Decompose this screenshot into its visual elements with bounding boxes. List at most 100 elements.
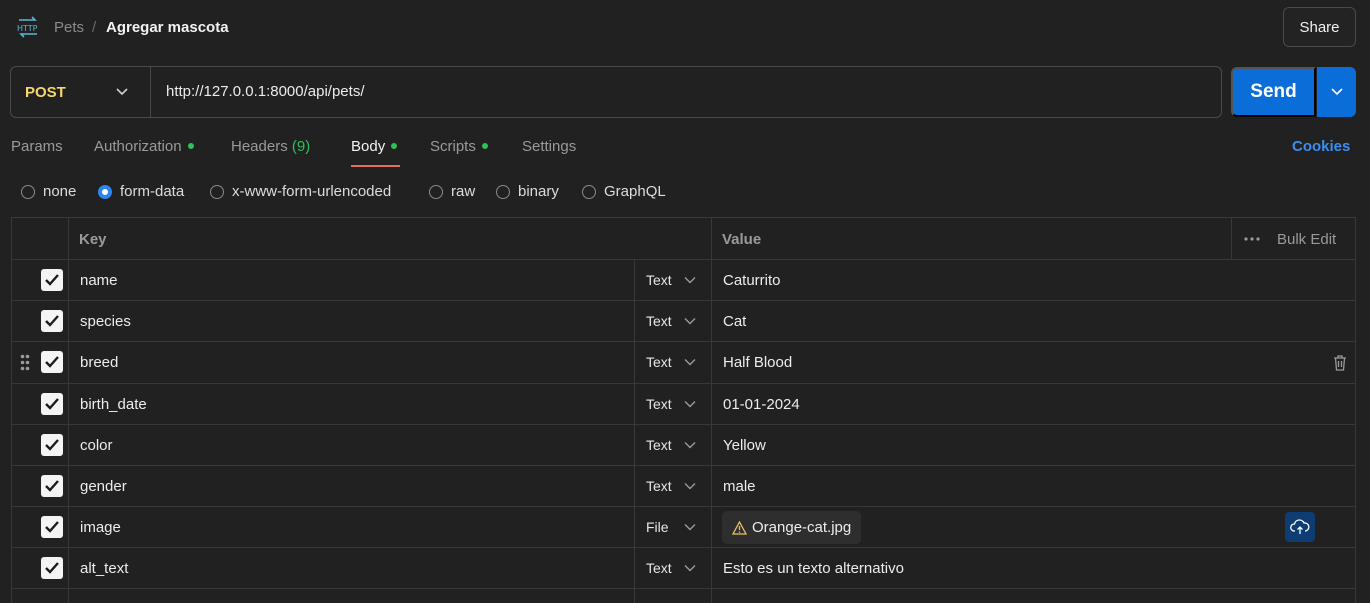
tab-body[interactable]: Body xyxy=(351,138,398,168)
row-checkbox[interactable] xyxy=(41,557,63,579)
chevron-down-icon[interactable] xyxy=(684,482,696,490)
table-row: gender Text male xyxy=(12,466,1355,507)
trash-icon[interactable] xyxy=(1332,354,1348,371)
radio-raw[interactable]: raw xyxy=(429,183,475,200)
row-value[interactable]: male xyxy=(723,478,756,495)
row-key[interactable]: color xyxy=(80,437,113,454)
more-icon[interactable] xyxy=(1243,235,1261,243)
check-icon xyxy=(45,480,59,492)
status-dot xyxy=(187,143,194,150)
row-key[interactable]: birth_date xyxy=(80,396,147,413)
check-icon xyxy=(45,356,59,368)
share-button[interactable]: Share xyxy=(1283,7,1356,47)
tab-settings[interactable]: Settings xyxy=(522,138,576,168)
row-checkbox[interactable] xyxy=(41,434,63,456)
tab-scripts[interactable]: Scripts xyxy=(430,138,488,168)
method-select[interactable]: POST xyxy=(25,84,66,101)
row-key[interactable]: breed xyxy=(80,354,118,371)
radio-label: none xyxy=(43,183,77,200)
radio-binary[interactable]: binary xyxy=(496,183,559,200)
row-key[interactable]: image xyxy=(80,519,121,536)
send-options-button[interactable] xyxy=(1317,67,1356,117)
url-divider xyxy=(150,67,151,117)
tab-label: Scripts xyxy=(430,138,476,155)
cookies-link[interactable]: Cookies xyxy=(1292,138,1350,155)
row-key[interactable]: species xyxy=(80,313,131,330)
send-button[interactable]: Send xyxy=(1231,67,1316,117)
key-header: Key xyxy=(79,231,107,248)
table-row: breed Text Half Blood xyxy=(12,342,1355,384)
check-icon xyxy=(45,398,59,410)
row-checkbox[interactable] xyxy=(41,269,63,291)
row-type-select[interactable]: Text xyxy=(646,437,672,453)
row-type-select[interactable]: Text xyxy=(646,396,672,412)
radio-none[interactable]: none xyxy=(21,183,76,200)
row-type-select[interactable]: Text xyxy=(646,313,672,329)
tab-label: Params xyxy=(11,138,63,155)
status-dot xyxy=(391,143,398,150)
file-name: Orange-cat.jpg xyxy=(752,519,852,536)
table-row: species Text Cat xyxy=(12,301,1355,342)
row-checkbox[interactable] xyxy=(41,475,63,497)
tab-headers[interactable]: Headers (9) xyxy=(231,138,310,168)
chevron-down-icon[interactable] xyxy=(684,276,696,284)
active-tab-indicator xyxy=(351,165,400,167)
tab-authorization[interactable]: Authorization xyxy=(94,138,194,168)
chevron-down-icon[interactable] xyxy=(684,400,696,408)
row-value[interactable]: Caturrito xyxy=(723,272,781,289)
tab-label: Authorization xyxy=(94,138,182,155)
row-type-select[interactable]: Text xyxy=(646,354,672,370)
tab-label: Settings xyxy=(522,138,577,155)
row-checkbox[interactable] xyxy=(41,310,63,332)
radio-form-data[interactable]: form-data xyxy=(98,183,184,200)
chevron-down-icon[interactable] xyxy=(684,523,696,531)
chevron-down-icon xyxy=(1330,88,1343,96)
row-key[interactable]: name xyxy=(80,272,118,289)
warning-icon xyxy=(732,520,747,535)
chevron-down-icon[interactable] xyxy=(115,87,129,97)
row-key[interactable]: gender xyxy=(80,478,127,495)
row-value[interactable]: Half Blood xyxy=(723,354,792,371)
chevron-down-icon[interactable] xyxy=(684,358,696,366)
row-value[interactable]: Yellow xyxy=(723,437,766,454)
check-icon xyxy=(45,315,59,327)
radio-label: x-www-form-urlencoded xyxy=(232,183,392,200)
row-type-select[interactable]: Text xyxy=(646,272,672,288)
row-type-select[interactable]: Text xyxy=(646,478,672,494)
radio-icon xyxy=(21,184,35,199)
file-chip[interactable]: Orange-cat.jpg xyxy=(722,511,862,544)
check-icon xyxy=(45,439,59,451)
row-checkbox[interactable] xyxy=(41,516,63,538)
url-input[interactable]: http://127.0.0.1:8000/api/pets/ xyxy=(166,83,365,100)
radio-graphql[interactable]: GraphQL xyxy=(582,183,666,200)
bulk-edit-button[interactable]: Bulk Edit xyxy=(1277,231,1336,248)
row-type-select[interactable]: File xyxy=(646,519,669,535)
row-key[interactable]: alt_text xyxy=(80,560,128,577)
drag-handle-icon[interactable] xyxy=(20,354,30,371)
chevron-down-icon[interactable] xyxy=(684,564,696,572)
form-data-table: Key Value Bulk Edit name Text Caturrito … xyxy=(11,217,1356,603)
table-row: color Text Yellow xyxy=(12,425,1355,466)
row-checkbox[interactable] xyxy=(41,351,63,373)
breadcrumb-parent[interactable]: Pets xyxy=(54,19,84,36)
svg-text:HTTP: HTTP xyxy=(17,24,38,33)
status-dot xyxy=(481,143,488,150)
radio-x-www-form-urlencoded[interactable]: x-www-form-urlencoded xyxy=(210,183,391,200)
page-title[interactable]: Agregar mascota xyxy=(106,19,229,36)
radio-icon xyxy=(429,184,443,199)
row-type-select[interactable]: Text xyxy=(646,560,672,576)
radio-label: raw xyxy=(451,183,476,200)
chevron-down-icon[interactable] xyxy=(684,317,696,325)
row-value[interactable]: Cat xyxy=(723,313,746,330)
tab-label: Headers xyxy=(231,138,288,155)
row-checkbox[interactable] xyxy=(41,393,63,415)
radio-label: binary xyxy=(518,183,559,200)
header: HTTP Pets / Agregar mascota Share xyxy=(0,0,1370,56)
radio-icon xyxy=(210,184,224,199)
upload-button[interactable] xyxy=(1285,512,1315,542)
tab-params[interactable]: Params xyxy=(11,138,63,168)
row-value[interactable]: Esto es un texto alternativo xyxy=(723,560,904,577)
row-value[interactable]: 01-01-2024 xyxy=(723,396,800,413)
check-icon xyxy=(45,274,59,286)
chevron-down-icon[interactable] xyxy=(684,441,696,449)
